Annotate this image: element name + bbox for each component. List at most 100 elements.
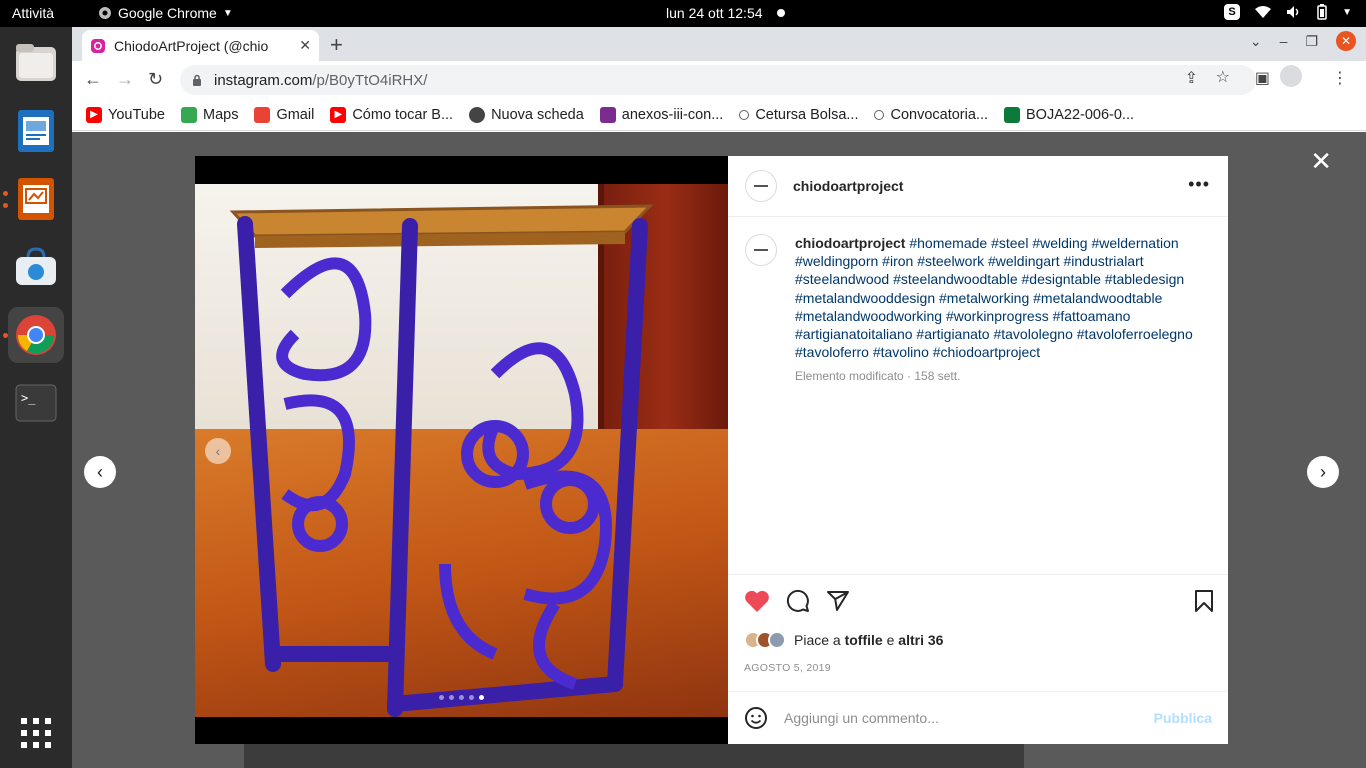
more-options-icon[interactable]: ••• — [1188, 174, 1210, 195]
share-direct-icon[interactable] — [826, 589, 850, 613]
bookmark-item[interactable]: Maps — [180, 106, 239, 123]
system-tray[interactable]: S ▼ — [1224, 4, 1352, 20]
activities-button[interactable]: Attività — [12, 5, 54, 21]
save-bookmark-icon[interactable] — [1194, 589, 1214, 613]
minimize-icon[interactable]: – — [1280, 33, 1288, 49]
bookmark-star-icon[interactable]: ☆ — [1216, 67, 1230, 87]
files-icon[interactable] — [8, 35, 64, 91]
slide-dot-active — [479, 695, 484, 700]
youtube-icon: ▶ — [330, 106, 347, 123]
bookmark-item[interactable]: anexos-iii-con... — [599, 106, 723, 123]
caption-hashtags[interactable]: #homemade #steel #welding #weldernation … — [795, 235, 1193, 360]
globe-icon — [469, 106, 486, 123]
skype-icon[interactable]: S — [1224, 4, 1241, 20]
likes-user[interactable]: toffile — [845, 632, 883, 648]
bookmark-item[interactable]: BOJA22-006-0... — [1004, 106, 1134, 123]
bookmark-item[interactable]: ▶ Cómo tocar B... — [330, 106, 454, 123]
profile-avatar-icon[interactable] — [1280, 65, 1302, 87]
tab-title: ChiodoArtProject (@chio — [114, 37, 269, 54]
image-iron-table — [229, 204, 654, 717]
power-menu-icon: ▼ — [1342, 6, 1352, 18]
tab-close-icon[interactable]: ✕ — [299, 37, 311, 54]
maximize-icon[interactable]: ❐ — [1305, 33, 1318, 50]
likes-prefix: Piace a — [794, 632, 841, 648]
overlay-close-icon[interactable]: ✕ — [1310, 146, 1332, 177]
apps-grid-icon[interactable] — [8, 705, 64, 761]
bookmark-label: Maps — [202, 106, 239, 123]
comment-icon[interactable] — [786, 589, 810, 613]
caption-meta: Elemento modificato · 158 sett. — [795, 369, 961, 384]
photo-previous-icon[interactable]: ‹ — [205, 438, 231, 464]
publish-button[interactable]: Pubblica — [1154, 710, 1212, 726]
caption-text: chiodoartproject #homemade #steel #weldi… — [795, 234, 1200, 386]
youtube-icon: ▶ — [86, 106, 102, 123]
likers-avatars[interactable] — [744, 631, 786, 649]
post-date[interactable]: AGOSTO 5, 2019 — [744, 662, 831, 674]
slide-dot — [469, 695, 474, 700]
next-post-icon[interactable]: › — [1307, 456, 1339, 488]
url-path: /p/B0yTtO4iRHX/ — [312, 71, 428, 89]
doc-icon — [599, 106, 616, 123]
dock: >_ — [0, 27, 72, 768]
likes-joiner: e — [886, 632, 895, 648]
slide-dot — [459, 695, 464, 700]
avatar[interactable] — [745, 170, 777, 202]
slide-indicator — [439, 695, 484, 700]
likes-others[interactable]: altri 36 — [898, 632, 943, 648]
tab-search-icon[interactable]: ⌄ — [1250, 33, 1262, 50]
likes-text: Piace a toffile e altri 36 — [794, 632, 943, 648]
address-bar[interactable]: instagram.com/p/B0yTtO4iRHX/ — [180, 65, 1256, 95]
bookmark-item[interactable]: Cetursa Bolsa... — [739, 107, 858, 123]
heart-liked-icon[interactable] — [744, 589, 770, 613]
notification-dot-icon — [776, 9, 785, 17]
chrome-menu-icon[interactable]: ⋮ — [1332, 68, 1348, 88]
side-panel-icon[interactable]: ▣ — [1255, 68, 1270, 88]
browser-toolbar: ← → ↻ instagram.com/p/B0yTtO4iRHX/ ⇪ ☆ ▣… — [72, 61, 1366, 99]
caption-avatar[interactable] — [745, 234, 777, 266]
writer-icon[interactable] — [8, 103, 64, 159]
previous-post-icon[interactable]: ‹ — [84, 456, 116, 488]
reload-icon[interactable]: ↻ — [148, 69, 163, 90]
software-icon[interactable] — [8, 239, 64, 295]
bookmark-item[interactable]: ▶ YouTube — [86, 106, 165, 123]
slide-dot — [449, 695, 454, 700]
post-username[interactable]: chiodoartproject — [793, 178, 903, 194]
new-tab-icon[interactable]: + — [330, 32, 343, 58]
bookmark-item[interactable]: Gmail — [254, 106, 315, 123]
caption-username[interactable]: chiodoartproject — [795, 235, 905, 251]
emoji-icon[interactable] — [744, 706, 768, 730]
clock-text: lun 24 ott 12:54 — [666, 5, 763, 21]
battery-icon — [1317, 4, 1327, 20]
app-menu[interactable]: Google Chrome ▼ — [98, 5, 233, 21]
bookmark-label: Cómo tocar B... — [352, 106, 454, 123]
bookmark-label: Cetursa Bolsa... — [755, 106, 859, 123]
system-top-bar: Attività Google Chrome ▼ lun 24 ott 12:5… — [0, 0, 1366, 27]
back-icon[interactable]: ← — [84, 69, 102, 90]
bookmarks-bar: ▶ YouTube Maps Gmail ▶ Cómo tocar B... Nuova s… — [72, 99, 1366, 131]
post-photo: ‹ — [195, 156, 728, 744]
terminal-icon[interactable]: >_ — [8, 375, 64, 431]
bookmark-item[interactable]: Convocatoria... — [874, 107, 988, 123]
wifi-icon — [1255, 6, 1272, 18]
tab-instagram[interactable]: ChiodoArtProject (@chio ✕ — [82, 30, 319, 61]
url-text: instagram.com/p/B0yTtO4iRHX/ — [214, 72, 427, 89]
browser-window: ChiodoArtProject (@chio ✕ + ⌄ – ❐ ✕ ← → … — [72, 27, 1366, 768]
forward-icon[interactable]: → — [116, 69, 134, 90]
bookmark-item[interactable]: Nuova scheda — [469, 106, 584, 123]
url-domain: instagram.com — [214, 71, 313, 89]
bookmark-label: Nuova scheda — [491, 106, 584, 123]
instagram-favicon-icon — [91, 38, 105, 53]
gmail-icon — [254, 106, 271, 123]
comment-input[interactable]: Aggiungi un commento... — [784, 710, 1138, 726]
share-icon[interactable]: ⇪ — [1185, 68, 1198, 88]
volume-icon — [1287, 6, 1299, 18]
window-close-icon[interactable]: ✕ — [1336, 31, 1356, 51]
likes-summary: Piace a toffile e altri 36 — [744, 631, 943, 649]
circle-icon — [739, 109, 750, 120]
bookmark-label: Gmail — [276, 106, 315, 123]
app-name: Google Chrome — [118, 5, 217, 21]
clock[interactable]: lun 24 ott 12:54 — [666, 5, 785, 21]
chrome-icon[interactable] — [8, 307, 64, 363]
impress-icon[interactable] — [8, 171, 64, 227]
circle-icon — [874, 109, 885, 120]
